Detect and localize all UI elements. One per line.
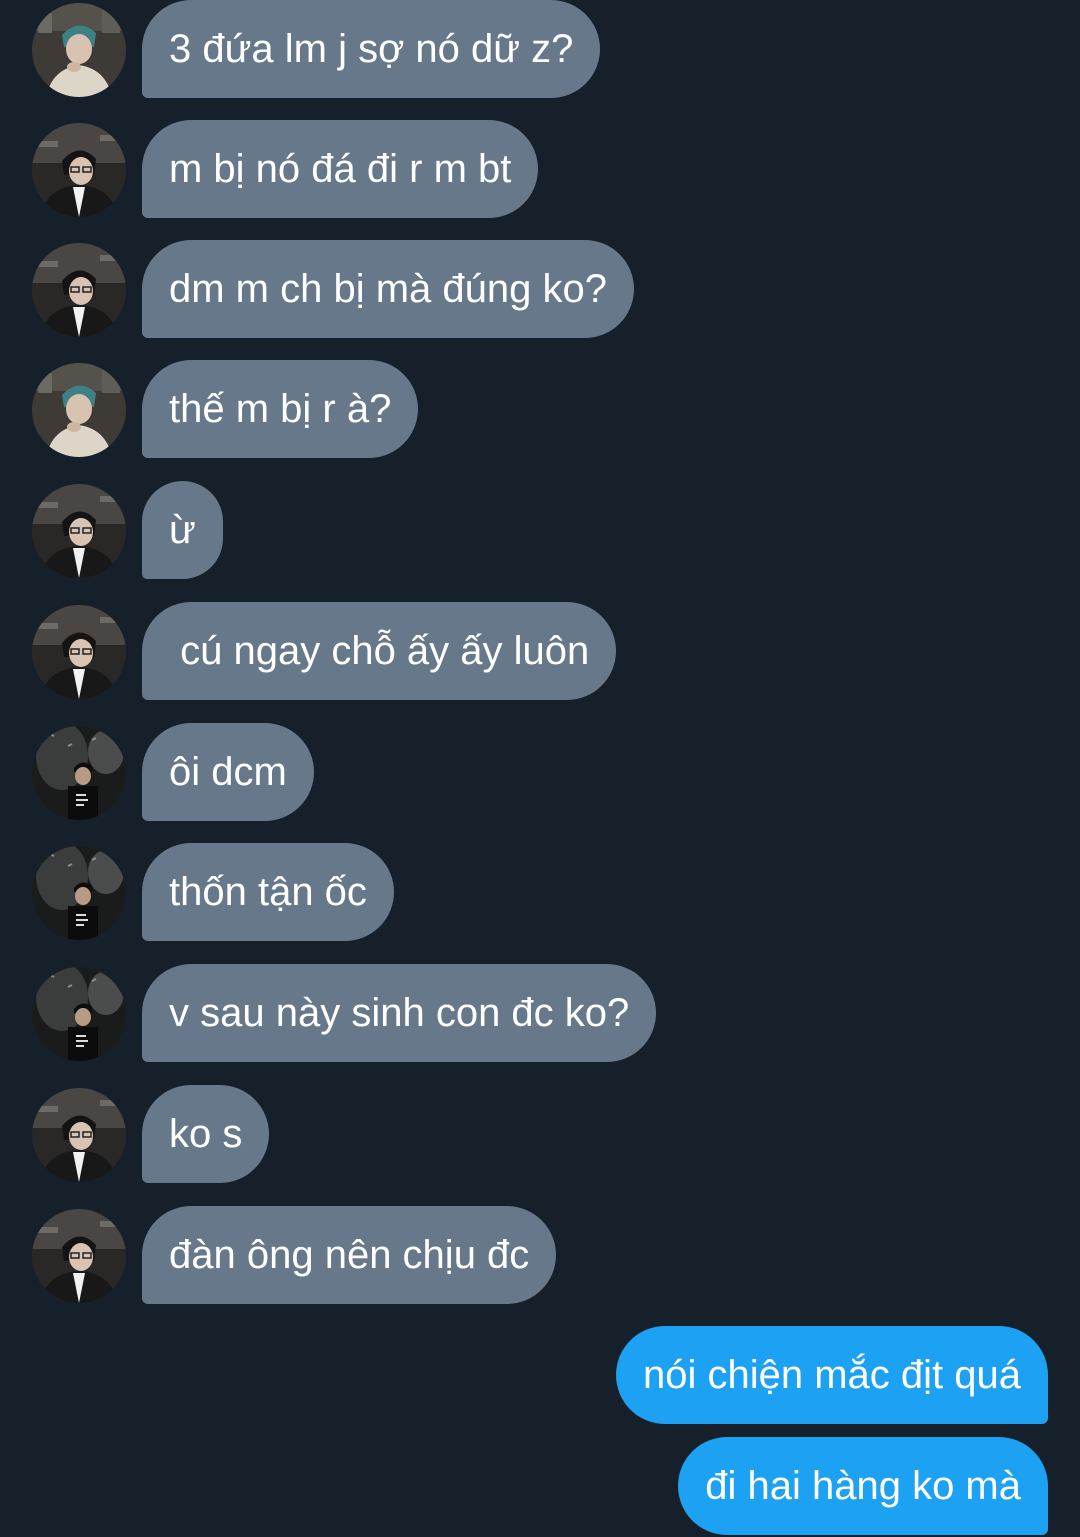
avatar-glasses-image — [32, 123, 126, 217]
message-row-incoming: ôi dcm — [0, 723, 1080, 823]
avatar-cap-image — [32, 967, 126, 1061]
message-row-incoming: ừ — [0, 481, 1080, 581]
avatar-cap[interactable] — [32, 726, 126, 820]
avatar-glasses-image — [32, 484, 126, 578]
message-row-incoming: dm m ch bị mà đúng ko? — [0, 240, 1080, 340]
message-bubble[interactable]: m bị nó đá đi r m bt — [142, 120, 539, 218]
message-bubble[interactable]: thốn tận ốc — [142, 843, 394, 941]
avatar-glasses-image — [32, 605, 126, 699]
message-bubble[interactable]: ừ — [142, 481, 223, 579]
avatar-teal-hair-image — [32, 363, 126, 457]
message-bubble[interactable]: ko s — [142, 1085, 270, 1183]
message-row-incoming: thốn tận ốc — [0, 843, 1080, 943]
message-bubble[interactable]: cú ngay chỗ ấy ấy luôn — [142, 602, 617, 700]
avatar-cap-image — [32, 846, 126, 940]
avatar-glasses[interactable] — [32, 605, 126, 699]
avatar-teal-hair[interactable] — [32, 363, 126, 457]
message-bubble[interactable]: thế m bị r à? — [142, 360, 419, 458]
message-bubble[interactable]: ôi dcm — [142, 723, 314, 821]
message-row-incoming: đàn ông nên chịu đc — [0, 1206, 1080, 1306]
avatar-glasses-image — [32, 1088, 126, 1182]
message-row-incoming: thế m bị r à? — [0, 360, 1080, 460]
avatar-glasses[interactable] — [32, 1209, 126, 1303]
avatar-teal-hair-image — [32, 3, 126, 97]
message-row-incoming: cú ngay chỗ ấy ấy luôn — [0, 602, 1080, 702]
message-row-outgoing: đi hai hàng ko mà — [0, 1437, 1080, 1537]
message-bubble-outgoing[interactable]: đi hai hàng ko mà — [678, 1437, 1048, 1535]
avatar-teal-hair[interactable] — [32, 3, 126, 97]
message-row-outgoing: nói chiện mắc địt quá — [0, 1326, 1080, 1426]
message-row-incoming: m bị nó đá đi r m bt — [0, 120, 1080, 220]
avatar-glasses[interactable] — [32, 1088, 126, 1182]
message-bubble[interactable]: 3 đứa lm j sợ nó dữ z? — [142, 0, 601, 98]
message-row-incoming: 3 đứa lm j sợ nó dữ z? — [0, 0, 1080, 100]
avatar-glasses[interactable] — [32, 484, 126, 578]
message-row-incoming: v sau này sinh con đc ko? — [0, 964, 1080, 1064]
avatar-glasses[interactable] — [32, 243, 126, 337]
avatar-glasses-image — [32, 243, 126, 337]
avatar-glasses-image — [32, 1209, 126, 1303]
message-row-incoming: ko s — [0, 1085, 1080, 1185]
message-bubble-outgoing[interactable]: nói chiện mắc địt quá — [615, 1326, 1048, 1424]
message-bubble[interactable]: v sau này sinh con đc ko? — [142, 964, 657, 1062]
avatar-glasses[interactable] — [32, 123, 126, 217]
message-bubble[interactable]: đàn ông nên chịu đc — [142, 1206, 557, 1304]
message-bubble[interactable]: dm m ch bị mà đúng ko? — [142, 240, 634, 338]
avatar-cap[interactable] — [32, 967, 126, 1061]
message-thread[interactable]: 3 đứa lm j sợ nó dữ z? m bị nó đá đi r m… — [0, 0, 1080, 1535]
avatar-cap-image — [32, 726, 126, 820]
avatar-cap[interactable] — [32, 846, 126, 940]
